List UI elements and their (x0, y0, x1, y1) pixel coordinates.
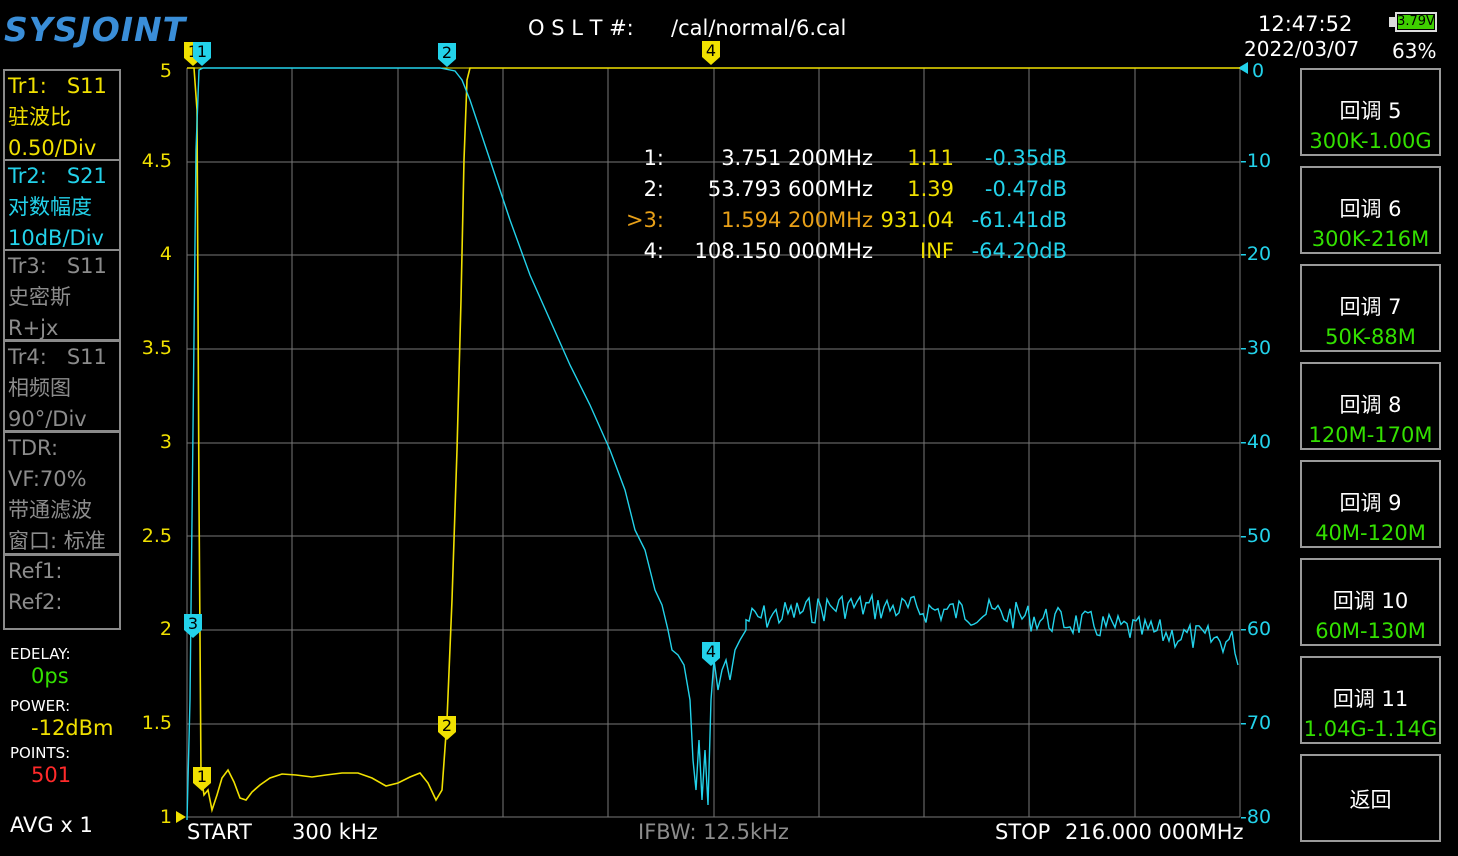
marker-db: -0.35dB (984, 146, 1067, 170)
recall-range: 120M-170M (1308, 423, 1433, 447)
recall-title: 回调 9 (1339, 491, 1402, 515)
svg-text:3: 3 (188, 614, 198, 633)
recall-range: 50K-88M (1325, 325, 1416, 349)
start-value[interactable]: 300 kHz (292, 820, 378, 844)
recall-5-button[interactable]: 回调 5 300K-1.00G (1300, 68, 1441, 156)
marker-db: -0.47dB (984, 177, 1067, 201)
marker-2-top: 2 (438, 43, 456, 67)
svg-text:4: 4 (706, 41, 716, 60)
marker-swr: 931.04 (880, 208, 954, 232)
marker-freq: 53.793 600MHz (707, 177, 873, 201)
marker-swr: INF (920, 239, 954, 263)
marker-swr: 1.11 (907, 146, 954, 170)
ifbw-value: IFBW: 12.5kHz (638, 820, 789, 844)
recall-range: 40M-120M (1315, 521, 1426, 545)
svg-text:2: 2 (442, 716, 452, 735)
marker-2-flag: 2 (438, 716, 456, 740)
recall-11-button[interactable]: 回调 11 1.04G-1.14G (1300, 656, 1441, 744)
svg-text:1: 1 (197, 767, 207, 786)
recall-range: 1.04G-1.14G (1303, 717, 1438, 741)
marker-db: -61.41dB (971, 208, 1067, 232)
marker-4-top: 4 (702, 41, 720, 65)
marker-id: >3: (625, 208, 664, 232)
recall-6-button[interactable]: 回调 6 300K-216M (1300, 166, 1441, 254)
recall-title: 回调 10 (1332, 589, 1409, 613)
start-label: START (187, 820, 252, 844)
back-label: 返回 (1349, 788, 1392, 812)
svg-text:4: 4 (706, 642, 716, 661)
recall-7-button[interactable]: 回调 7 50K-88M (1300, 264, 1441, 352)
marker-swr: 1.39 (907, 177, 954, 201)
marker-db: -64.20dB (971, 239, 1067, 263)
marker-1-flag: 1 (193, 767, 211, 791)
recall-title: 回调 8 (1339, 393, 1402, 417)
recall-title: 回调 6 (1339, 197, 1402, 221)
marker-id: 2: (643, 177, 664, 201)
marker-freq: 3.751 200MHz (721, 146, 873, 170)
recall-title: 回调 11 (1332, 687, 1409, 711)
stop-value[interactable]: 216.000 000MHz (1065, 820, 1244, 844)
svg-text:1: 1 (197, 42, 207, 61)
recall-9-button[interactable]: 回调 9 40M-120M (1300, 460, 1441, 548)
trace1-ref-pointer-icon (176, 811, 186, 823)
marker-id: 1: (643, 146, 664, 170)
stop-label: STOP (995, 820, 1051, 844)
marker-id: 4: (643, 239, 664, 263)
recall-10-button[interactable]: 回调 10 60M-130M (1300, 558, 1441, 646)
marker-freq: 1.594 200MHz (721, 208, 873, 232)
recall-range: 60M-130M (1315, 619, 1426, 643)
recall-range: 300K-216M (1311, 227, 1430, 251)
svg-text:2: 2 (442, 43, 452, 62)
recall-8-button[interactable]: 回调 8 120M-170M (1300, 362, 1441, 450)
back-button[interactable]: 返回 (1300, 754, 1441, 842)
recall-range: 300K-1.00G (1309, 129, 1432, 153)
plot-area[interactable]: 1 1 2 4 3 4 2 1 (0, 0, 1458, 856)
marker-4-flag: 4 (702, 642, 720, 666)
recall-title: 回调 5 (1339, 99, 1402, 123)
marker-freq: 108.150 000MHz (694, 239, 873, 263)
recall-title: 回调 7 (1339, 295, 1402, 319)
